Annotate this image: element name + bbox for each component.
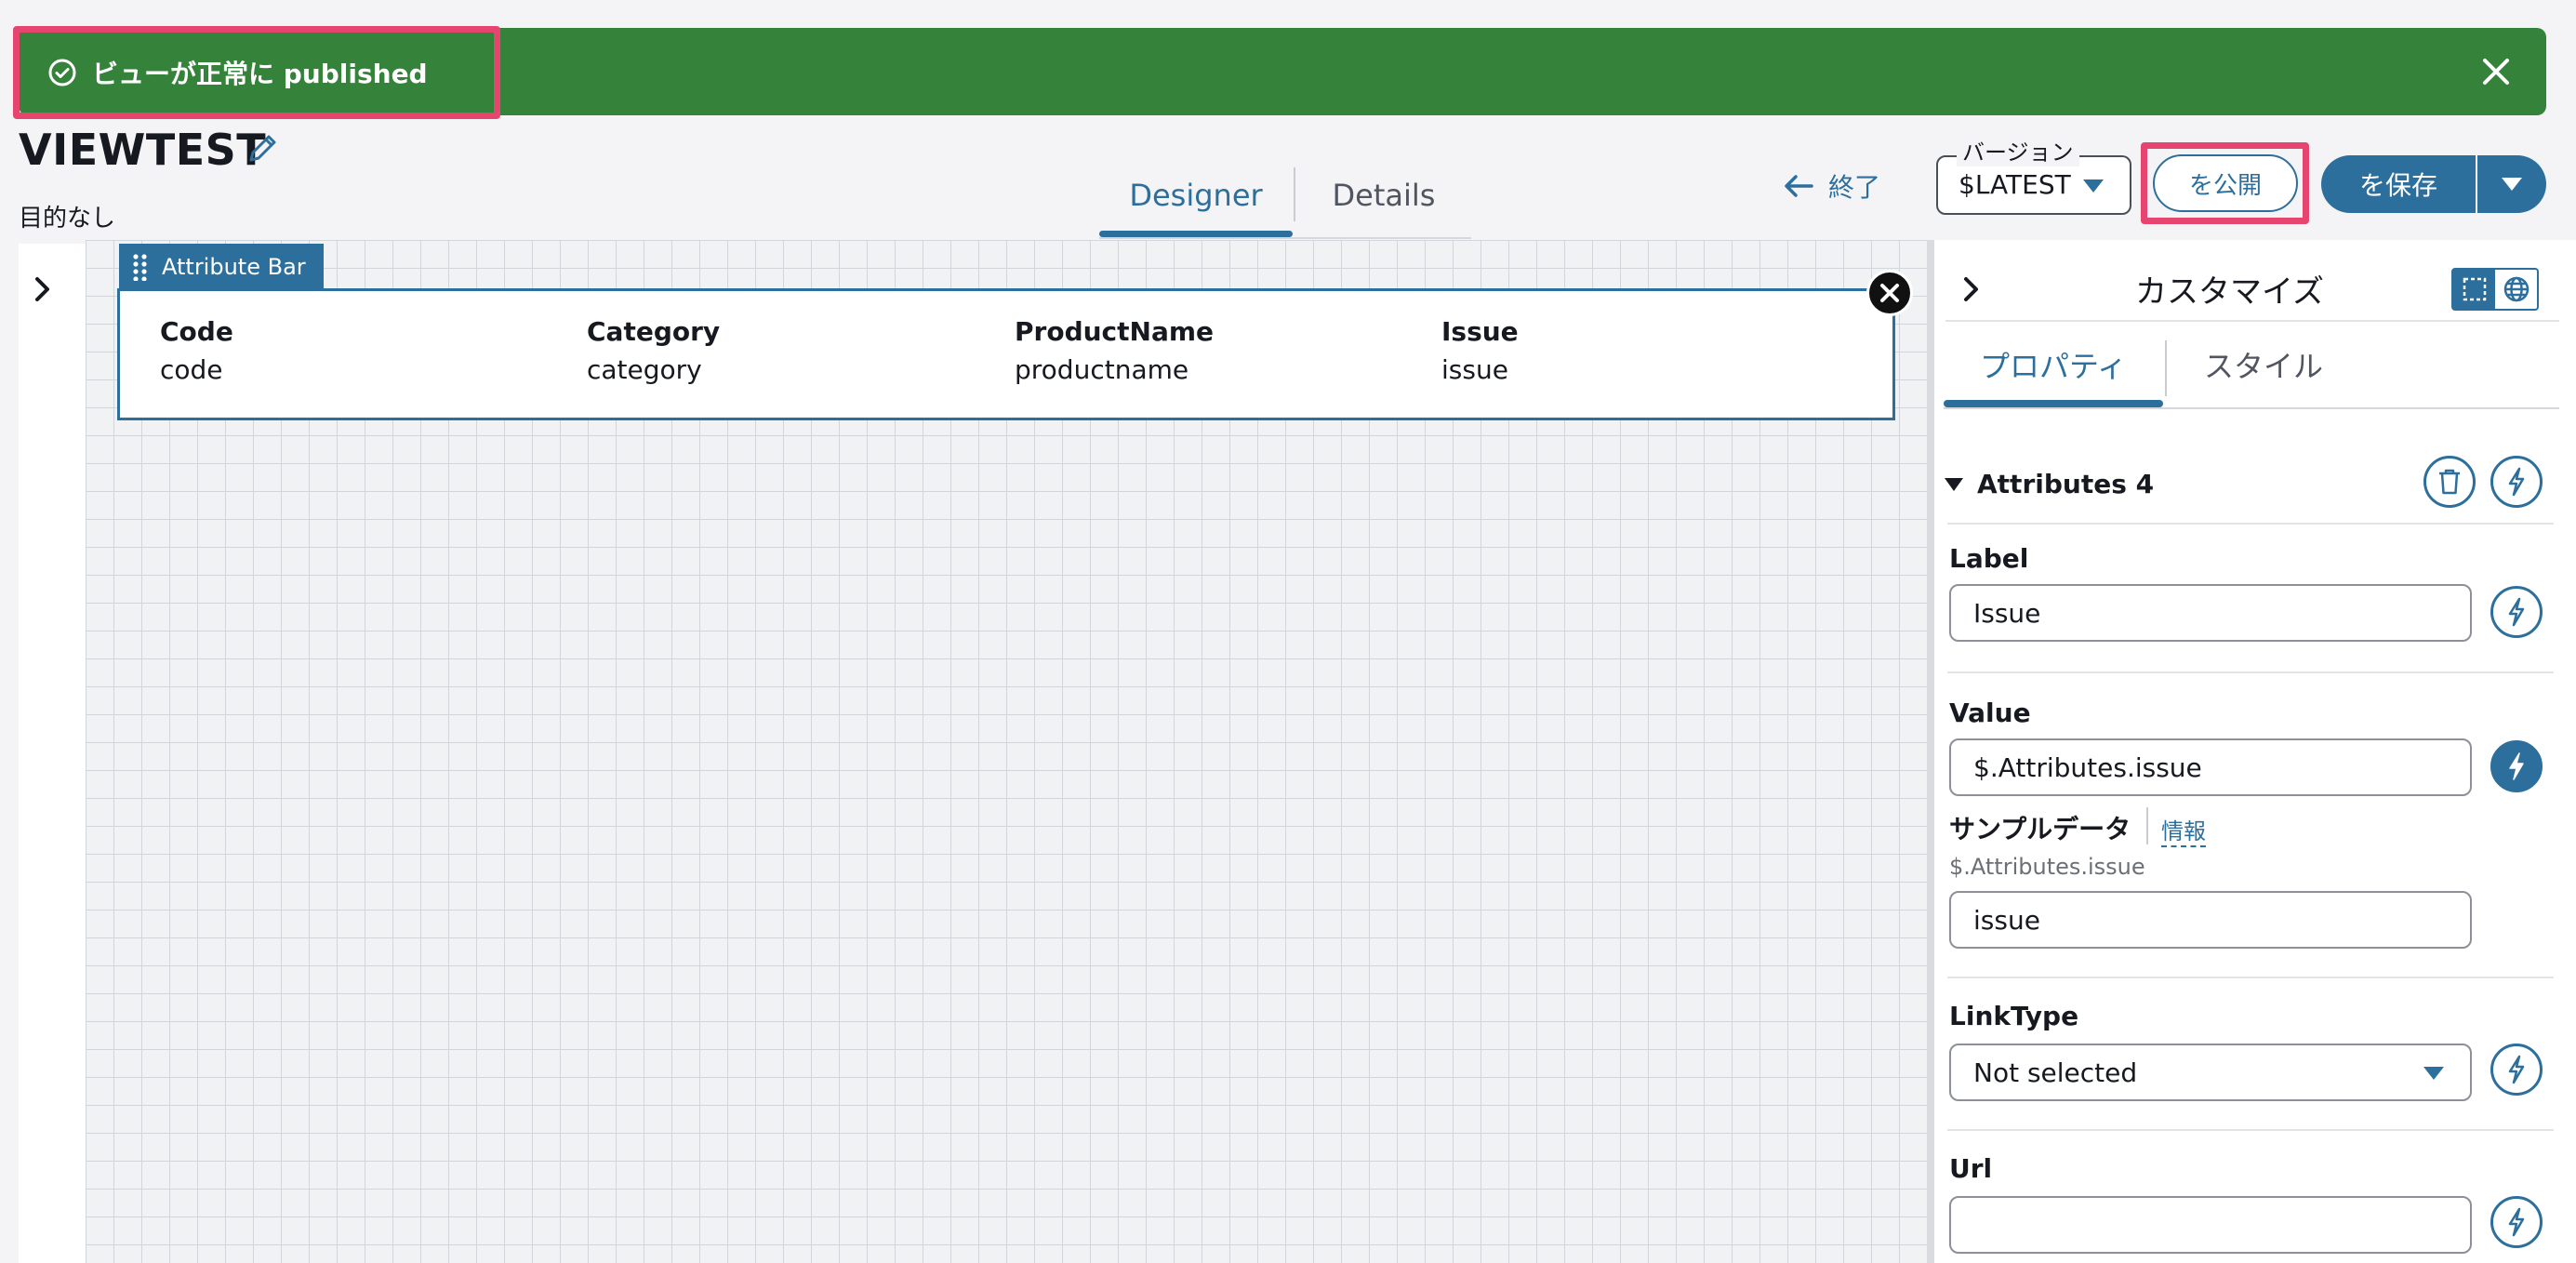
attribute-header: ProductName (1015, 316, 1215, 347)
sample-data-label: サンプルデータ (1949, 814, 2131, 844)
lightning-icon (2508, 1207, 2525, 1237)
global-button[interactable] (2495, 270, 2537, 309)
delete-attribute-button[interactable] (2423, 456, 2476, 508)
widget-drag-handle[interactable]: Attribute Bar (119, 244, 324, 290)
tab-style[interactable]: スタイル (2171, 340, 2357, 405)
url-field-label: Url (1949, 1153, 1993, 1184)
publish-button[interactable]: を公開 (2153, 154, 2298, 212)
attribute-header: Code (160, 316, 233, 347)
field-divider (1947, 977, 2554, 978)
attribute-column: Code code (160, 316, 233, 385)
linktype-binding-button[interactable] (2490, 1044, 2543, 1096)
section-divider (1947, 523, 2554, 525)
collapse-right-panel-button[interactable] (1957, 273, 1985, 305)
check-circle-icon (47, 58, 77, 87)
attribute-value: code (160, 354, 223, 385)
left-panel-collapsed (19, 244, 86, 1263)
widget-name: Attribute Bar (162, 254, 306, 280)
caret-down-icon (2502, 178, 2522, 191)
close-icon (2483, 59, 2509, 85)
expand-left-panel-button[interactable] (28, 273, 56, 305)
scope-toggle (2451, 268, 2539, 311)
dynamic-binding-button[interactable] (2490, 456, 2543, 508)
value-field-label: Value (1949, 698, 2031, 728)
sample-data-input[interactable]: issue (1949, 891, 2472, 949)
canvas-divider (1927, 240, 1934, 1263)
attribute-value: issue (1441, 354, 1508, 385)
linktype-field-label: LinkType (1949, 1001, 2079, 1031)
remove-widget-button[interactable] (1866, 270, 1913, 316)
page-description: 目的なし (19, 205, 116, 233)
tab-properties[interactable]: プロパティ (1944, 340, 2163, 405)
caret-down-icon (2422, 1064, 2446, 1083)
linktype-select[interactable]: Not selected (1949, 1044, 2472, 1101)
value-binding-button[interactable] (2490, 740, 2543, 792)
pencil-icon (249, 135, 276, 162)
attribute-column: Category category (587, 316, 720, 385)
field-divider (1947, 1129, 2554, 1131)
attribute-header: Category (587, 316, 721, 347)
lightning-icon (2508, 1055, 2525, 1084)
sample-divider (2146, 807, 2148, 844)
url-input[interactable] (1949, 1196, 2472, 1254)
success-message-highlight: ビューが正常に published (13, 26, 500, 119)
attribute-bar-widget[interactable] (117, 288, 1895, 420)
lightning-icon (2508, 597, 2525, 627)
exit-button[interactable]: 終了 (1784, 167, 1880, 205)
version-legend: バージョン (1957, 134, 2079, 166)
tab-designer[interactable]: Designer (1099, 167, 1293, 238)
globe-icon (2503, 276, 2529, 302)
panel-title: カスタマイズ (2135, 273, 2324, 311)
panel-divider (1945, 320, 2559, 322)
attribute-header: Issue (1441, 316, 1519, 347)
close-icon (1880, 284, 1899, 302)
sample-data-path: $.Attributes.issue (1949, 854, 2145, 880)
section-title: Attributes 4 (1977, 469, 2155, 499)
tab-properties-underline (1944, 400, 2163, 407)
tab-divider (2165, 340, 2167, 396)
lightning-icon (2508, 467, 2525, 497)
exit-label: 終了 (1828, 172, 1881, 203)
lightning-icon (2509, 752, 2524, 780)
save-options-button[interactable] (2477, 155, 2546, 213)
banner-close-button[interactable] (2477, 53, 2515, 90)
label-field-label: Label (1949, 543, 2029, 574)
label-input[interactable]: Issue (1949, 584, 2472, 642)
tab-details[interactable]: Details (1298, 167, 1469, 238)
edit-title-button[interactable] (244, 130, 281, 167)
label-binding-button[interactable] (2490, 586, 2543, 638)
attribute-column: ProductName productname (1015, 316, 1214, 385)
value-input[interactable]: $.Attributes.issue (1949, 738, 2472, 796)
url-binding-button[interactable] (2490, 1196, 2543, 1248)
drag-grip-icon (132, 253, 149, 281)
chevron-right-icon (1964, 277, 1978, 301)
version-value: $LATEST (1959, 169, 2071, 200)
save-button[interactable]: を保存 (2321, 155, 2476, 213)
attributes-section-toggle[interactable]: Attributes 4 (1944, 469, 2154, 499)
attribute-value: category (587, 354, 702, 385)
attribute-value: productname (1015, 354, 1189, 385)
caret-down-icon (2081, 177, 2105, 195)
arrow-left-icon (1785, 175, 1813, 197)
tab-divider (1294, 167, 1295, 221)
panel-tabs-baseline (1944, 407, 2559, 409)
select-region-button[interactable] (2453, 270, 2495, 309)
info-link[interactable]: 情報 (2161, 813, 2206, 847)
linktype-value: Not selected (1973, 1057, 2138, 1088)
success-message-text: ビューが正常に published (92, 59, 428, 89)
attribute-column: Issue issue (1441, 316, 1519, 385)
caret-down-icon (1945, 477, 1963, 491)
trash-icon (2439, 469, 2460, 495)
tab-designer-underline (1099, 231, 1293, 237)
field-divider (1947, 671, 2554, 673)
select-region-icon (2463, 277, 2486, 301)
chevron-right-icon (35, 277, 49, 301)
page-title: VIEWTEST (19, 125, 267, 175)
